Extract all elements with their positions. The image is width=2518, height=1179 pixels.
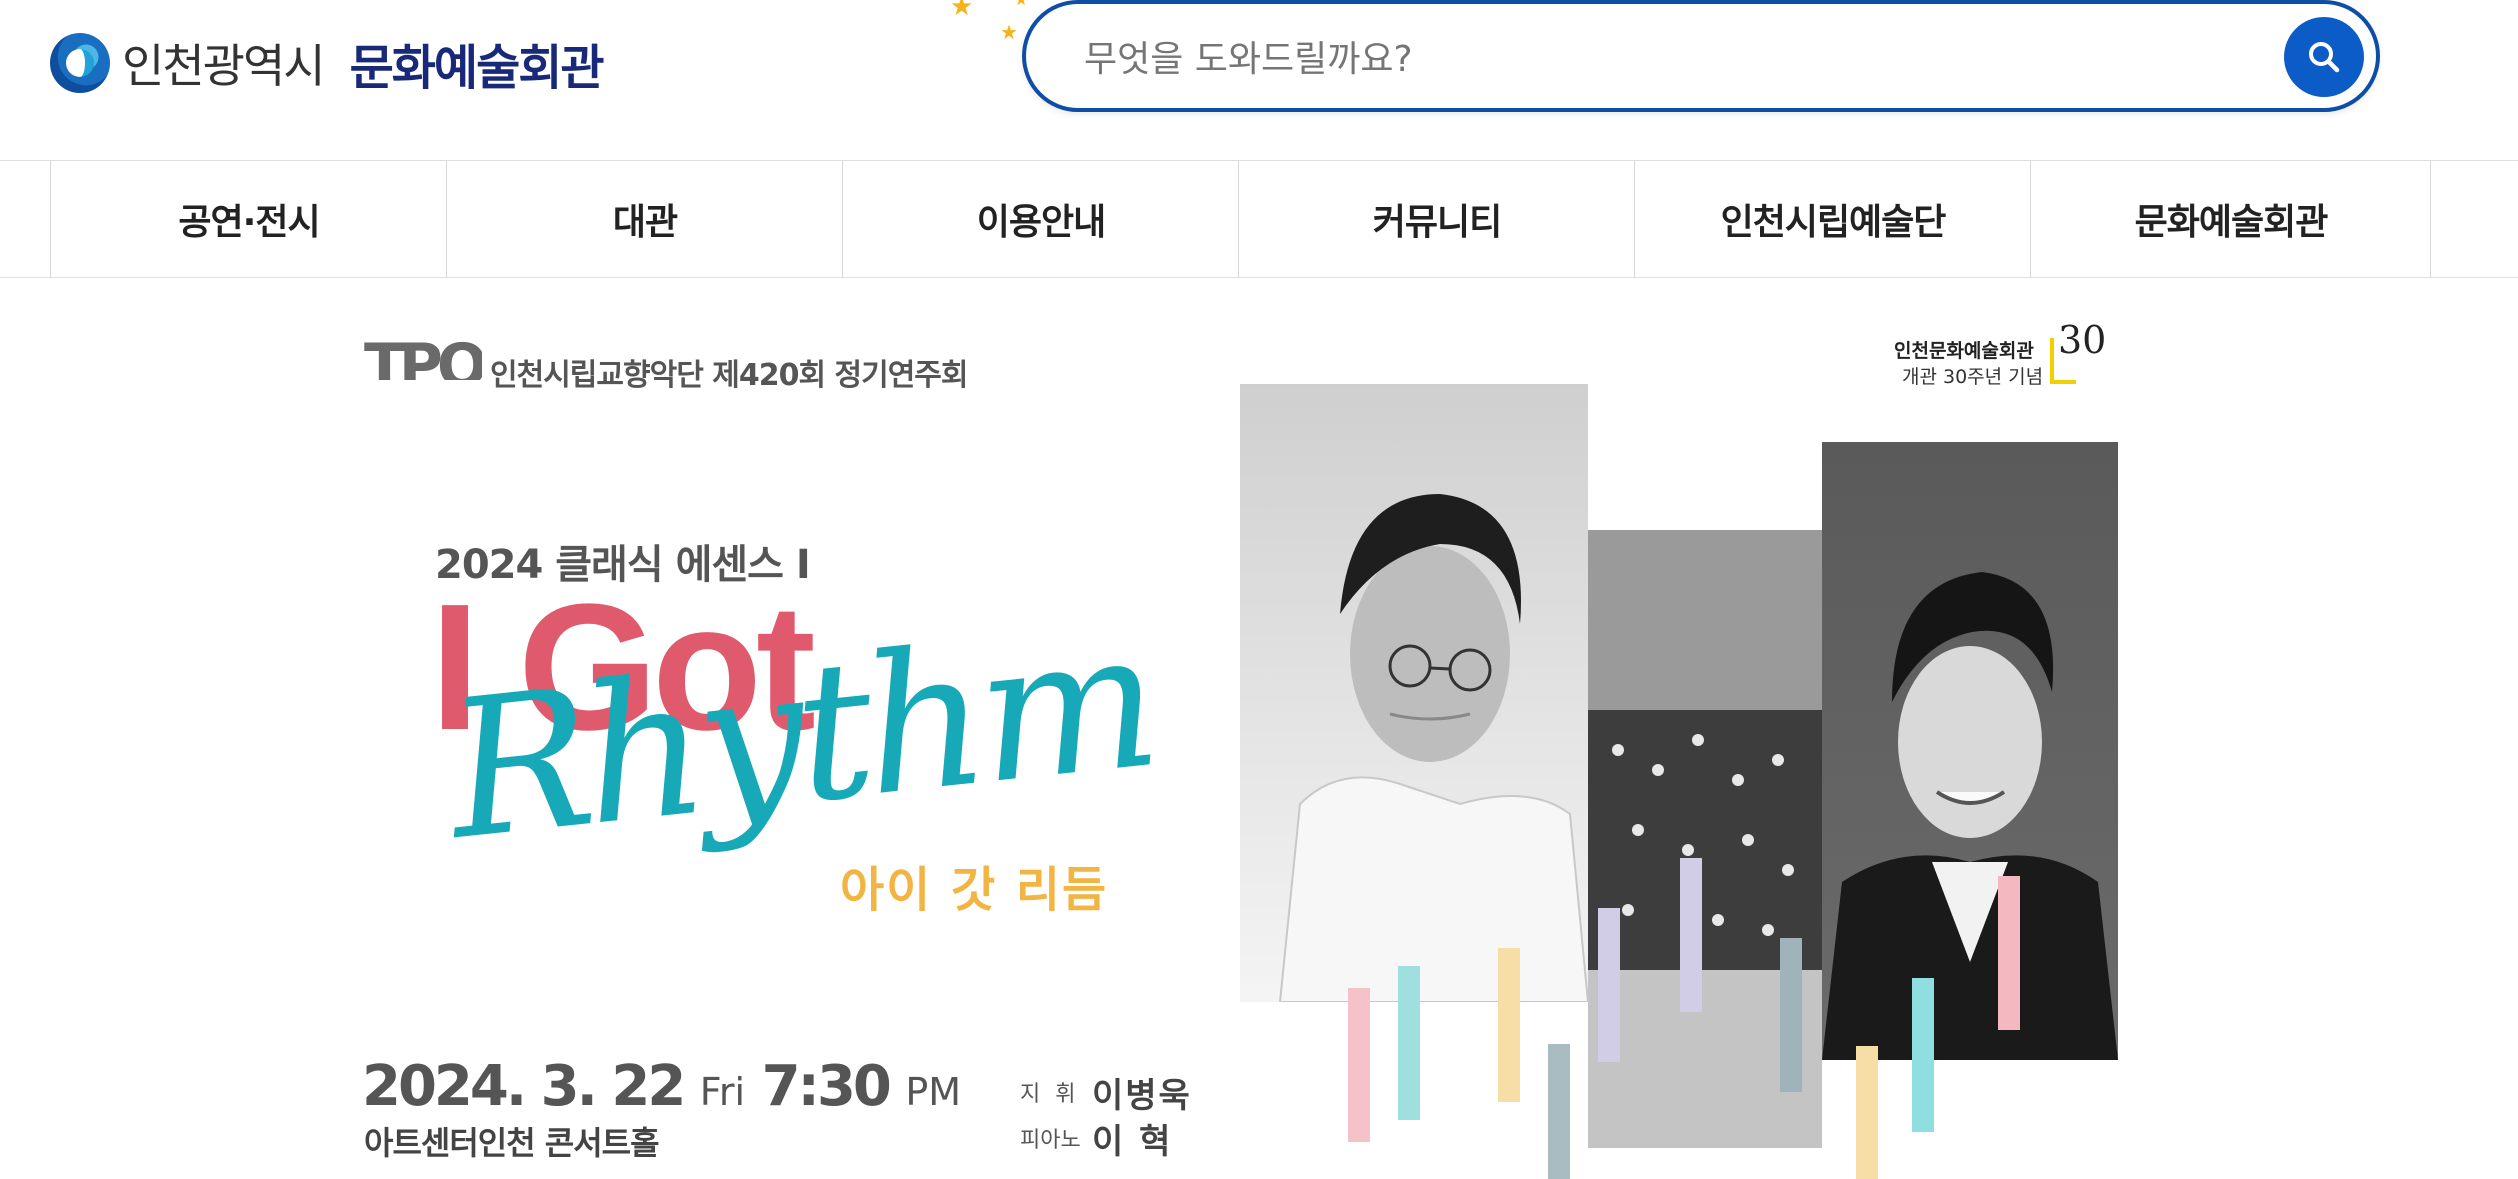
- concert-venue: 아트센터인천 콘서트홀: [364, 1124, 660, 1162]
- credit-name-conductor: 이병욱: [1092, 1076, 1192, 1116]
- pianist-photo: [1822, 442, 2118, 1060]
- anniversary-30-emblem: 30: [2050, 318, 2114, 384]
- main-navigation: 공연·전시 대관 이용안내 커뮤니티 인천시립예술단 문화예술회관: [0, 160, 2518, 278]
- nav-item-rental[interactable]: 대관: [446, 161, 843, 277]
- logo-city-text: 인천광역시: [122, 39, 326, 93]
- nav-item-arts-center[interactable]: 문화예술회관: [2030, 161, 2431, 277]
- anniversary-line-1: 인천문화예술회관: [1894, 340, 2034, 362]
- nav-item-performance[interactable]: 공연·전시: [50, 161, 447, 277]
- concert-banner[interactable]: TPO 인천시립교향악단 제420회 정기연주회 인천문화예술회관 개관 30주…: [0, 278, 2518, 1179]
- concert-series-line: 인천시립교향악단 제420회 정기연주회: [490, 358, 969, 393]
- nav-item-guide[interactable]: 이용안내: [842, 161, 1239, 277]
- conductor-portrait-image: [1278, 494, 1588, 1002]
- decor-bar: [1856, 1046, 1878, 1179]
- search-icon: [2309, 42, 2340, 73]
- star-decoration-icon: ★: [1014, 0, 1028, 9]
- credit-role-piano: 피아노: [1020, 1128, 1081, 1153]
- decor-bar: [1998, 876, 2020, 1030]
- site-logo[interactable]: 인천광역시 문화예술회관: [50, 28, 605, 98]
- search-input[interactable]: [1082, 30, 2186, 88]
- pianist-portrait-image: [1822, 572, 2118, 1060]
- search-button[interactable]: [2284, 17, 2364, 97]
- search-box: [1022, 0, 2380, 112]
- anniversary-number: 30: [2058, 318, 2107, 362]
- nav-divider: [2430, 161, 2431, 277]
- decor-bar: [1348, 988, 1370, 1142]
- incheon-logo-icon: [50, 33, 110, 93]
- time-suffix: PM: [905, 1070, 962, 1114]
- nav-item-community[interactable]: 커뮤니티: [1238, 161, 1635, 277]
- site-header: 인천광역시 문화예술회관 ★ ★ ★: [0, 0, 2518, 160]
- date-main: 2024. 3. 22: [362, 1054, 686, 1119]
- star-decoration-icon: ★: [950, 0, 974, 22]
- anniversary-line-2: 개관 30주년 기념: [1902, 366, 2044, 388]
- orchestra-logo: TPO: [364, 331, 482, 380]
- decor-bar: [1780, 938, 1802, 1092]
- decor-bar: [1598, 908, 1620, 1062]
- star-decoration-icon: ★: [1000, 20, 1018, 44]
- decor-bar: [1398, 966, 1420, 1120]
- conductor-photo: [1240, 384, 1588, 1002]
- decor-bar: [1680, 858, 1702, 1012]
- time-main: 7:30: [761, 1054, 892, 1119]
- logo-hall-text: 문화예술회관: [349, 40, 605, 96]
- decor-bar: [1548, 1044, 1570, 1179]
- credit-role-conductor: 지 휘: [1020, 1082, 1080, 1107]
- concert-date: 2024. 3. 22 Fri 7:30 PM: [362, 1054, 961, 1119]
- decor-bar: [1498, 948, 1520, 1102]
- nav-item-art-troupe[interactable]: 인천시립예술단: [1634, 161, 2031, 277]
- title-korean: 아이 갓 리듬: [840, 862, 1109, 918]
- date-day: Fri: [699, 1070, 746, 1114]
- decor-bar: [1912, 978, 1934, 1132]
- credit-name-piano: 이 혁: [1092, 1122, 1173, 1162]
